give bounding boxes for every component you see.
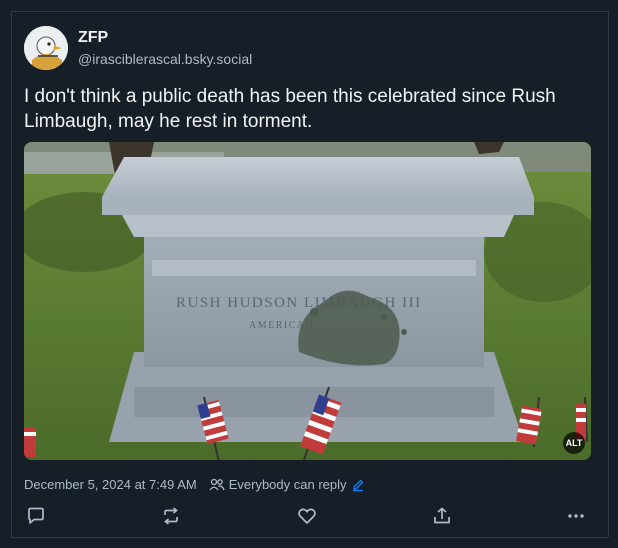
author-display-name[interactable]: ZFP [78, 29, 108, 47]
repost-button[interactable] [159, 505, 183, 527]
duck-avatar-icon [24, 26, 68, 70]
more-button[interactable] [564, 505, 588, 527]
post-timestamp[interactable]: December 5, 2024 at 7:49 AM [24, 477, 197, 492]
post-meta: December 5, 2024 at 7:49 AM Everybody ca… [24, 477, 365, 492]
alt-badge[interactable]: ALT [563, 432, 585, 454]
repost-icon [164, 507, 178, 525]
heart-icon [298, 508, 316, 524]
avatar[interactable] [24, 26, 68, 70]
share-icon [434, 507, 450, 524]
author-handle[interactable]: @irasciblerascal.bsky.social [78, 51, 252, 67]
bottom-border [11, 537, 608, 538]
post-image[interactable]: RUSH HUDSON LIMBAUGH III AMERICAN ALT [24, 142, 591, 460]
gravestone-photo: RUSH HUDSON LIMBAUGH III AMERICAN [24, 142, 591, 460]
post-text: I don't think a public death has been th… [24, 86, 556, 132]
reply-icon [28, 507, 44, 524]
flag-far-left [24, 427, 36, 457]
edit-pencil-icon[interactable] [351, 478, 365, 492]
share-button[interactable] [430, 505, 454, 527]
more-icon [568, 514, 584, 518]
reply-button[interactable] [24, 505, 48, 527]
like-button[interactable] [295, 505, 319, 527]
reply-setting[interactable]: Everybody can reply [229, 477, 347, 492]
people-icon [209, 478, 225, 490]
action-bar [24, 505, 594, 527]
